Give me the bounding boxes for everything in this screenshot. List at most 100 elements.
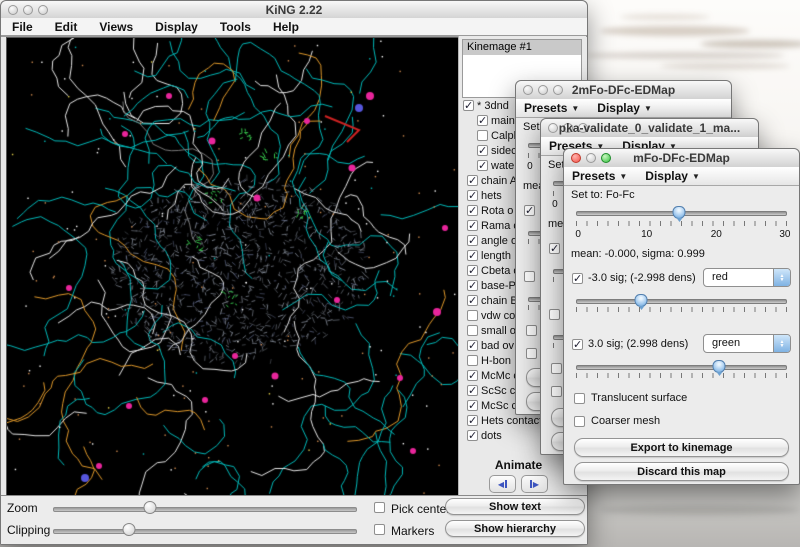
neg-sigma-checkbox[interactable]: ✓ [572,273,583,284]
coarser-mesh-label: Coarser mesh [591,415,660,427]
pick-center-checkbox[interactable] [374,502,385,513]
wallpaper-streak [600,26,750,36]
neg-sigma-slider[interactable] [576,294,787,308]
list-item[interactable]: Kinemage #1 [463,40,581,55]
tree-row-label: small o [481,325,516,337]
checkbox[interactable]: ✓ [467,220,478,231]
chevron-down-icon: ▼ [571,104,579,113]
checkbox[interactable] [467,355,478,366]
wallpaper-streak [585,52,785,59]
slider-ticks [576,221,787,226]
checkbox[interactable]: ✓ [477,160,488,171]
tree-row-label: Rama o [481,220,520,232]
zoom-slider[interactable] [53,498,357,518]
checkbox[interactable]: ✓ [467,370,478,381]
menu-file[interactable]: File [1,20,44,34]
menu-display[interactable]: Display [144,20,209,34]
level-slider[interactable] [576,206,787,220]
window-king[interactable]: KiNG 2.22 File Edit Views Display Tools … [0,0,588,545]
window-mfo-dfc-edmap[interactable]: mFo-DFc-EDMap Presets▼ Display▼ Set to: … [563,148,800,485]
menu-help[interactable]: Help [262,20,310,34]
titlebar[interactable]: pka-validate_0_validate_1_ma... [541,119,758,138]
neg-sigma-checkbox[interactable]: ✓ [549,243,560,254]
checkbox[interactable]: ✓ [467,295,478,306]
pos-sigma-checkbox[interactable] [524,271,535,282]
window-title: mFo-DFc-EDMap [564,151,799,165]
titlebar[interactable]: 2mFo-DFc-EDMap [516,81,731,100]
translucent-checkbox[interactable] [551,363,562,374]
checkbox[interactable]: ✓ [467,250,478,261]
tree-row-label: angle o [481,235,517,247]
checkbox[interactable]: ✓ [467,415,478,426]
show-hierarchy-button[interactable]: Show hierarchy [445,520,585,537]
slider-tick-labels: 0102030 [576,229,787,240]
checkbox[interactable]: ✓ [467,280,478,291]
coarser-mesh-checkbox[interactable] [526,348,537,359]
checkbox[interactable]: ✓ [467,175,478,186]
molecule-viewport[interactable] [6,37,459,496]
mean-sigma-label: mean: -0.000, sigma: 0.999 [571,248,705,260]
slider-ticks [576,373,787,378]
pos-sigma-label: 3.0 sig; (2.998 dens) [588,338,688,350]
checkbox[interactable]: ✓ [467,385,478,396]
checkbox[interactable]: ✓ [467,340,478,351]
checkbox[interactable]: ✓ [477,145,488,156]
coarser-mesh-checkbox[interactable] [551,386,562,397]
checkbox[interactable]: ✓ [467,205,478,216]
neg-sigma-slider-thumb[interactable] [635,294,648,307]
checkbox[interactable] [467,310,478,321]
pos-sigma-slider[interactable] [576,360,787,374]
menu-edit[interactable]: Edit [44,20,89,34]
neg-sigma-checkbox[interactable]: ✓ [524,205,535,216]
step-forward-icon: ▶ [533,480,539,489]
checkbox[interactable] [467,325,478,336]
chevron-down-icon: ▼ [644,104,652,113]
discard-button[interactable]: Discard this map [574,462,789,481]
translucent-label: Translucent surface [591,392,687,404]
tree-row-label: * 3dnd [477,100,509,112]
export-button[interactable]: Export to kinemage [574,438,789,457]
checkbox[interactable]: ✓ [467,190,478,201]
level-slider-thumb[interactable] [673,206,686,219]
checkbox[interactable]: ✓ [467,265,478,276]
pos-sigma-checkbox[interactable]: ✓ [572,339,583,350]
checkbox[interactable]: ✓ [467,430,478,441]
checkbox[interactable]: ✓ [477,115,488,126]
tree-row-label: vdw co [481,310,515,322]
display-menu[interactable]: Display▼ [645,169,700,183]
animate-step-back-button[interactable]: ◀ [489,475,516,493]
pick-center-label: Pick center [391,502,450,516]
tree-row-label: Hets contacts [481,415,548,427]
checkbox[interactable]: ✓ [463,100,474,111]
translucent-checkbox[interactable] [574,393,585,404]
tree-row-label: length [481,250,511,262]
checkbox[interactable]: ✓ [467,400,478,411]
wallpaper-streak [600,505,800,515]
menu-views[interactable]: Views [88,20,144,34]
tree-row-label: chain A [481,175,517,187]
presets-menu[interactable]: Presets▼ [524,101,579,115]
neg-color-dropdown[interactable]: red▲▼ [703,268,791,287]
display-menu[interactable]: Display▼ [597,101,652,115]
presets-menu[interactable]: Presets▼ [572,169,627,183]
titlebar[interactable]: mFo-DFc-EDMap [564,149,799,168]
menu-tools[interactable]: Tools [209,20,262,34]
zoom-slider-thumb[interactable] [144,501,157,514]
tree-row-label: sidec [491,145,517,157]
window-title: KiNG 2.22 [1,3,587,17]
checkbox[interactable] [477,130,488,141]
pos-color-dropdown[interactable]: green▲▼ [703,334,791,353]
wallpaper-streak [660,63,790,69]
clipping-slider[interactable] [53,520,357,540]
translucent-checkbox[interactable] [526,325,537,336]
clipping-slider-thumb[interactable] [123,523,136,536]
checkbox[interactable]: ✓ [467,235,478,246]
pos-sigma-checkbox[interactable] [549,309,560,320]
coarser-mesh-checkbox[interactable] [574,416,585,427]
pos-sigma-slider-thumb[interactable] [713,360,726,373]
window-title: 2mFo-DFc-EDMap [516,83,731,97]
show-text-button[interactable]: Show text [445,498,585,515]
tree-row-label: hets [481,190,502,202]
markers-checkbox[interactable] [374,524,385,535]
animate-step-forward-button[interactable]: ▶ [521,475,548,493]
